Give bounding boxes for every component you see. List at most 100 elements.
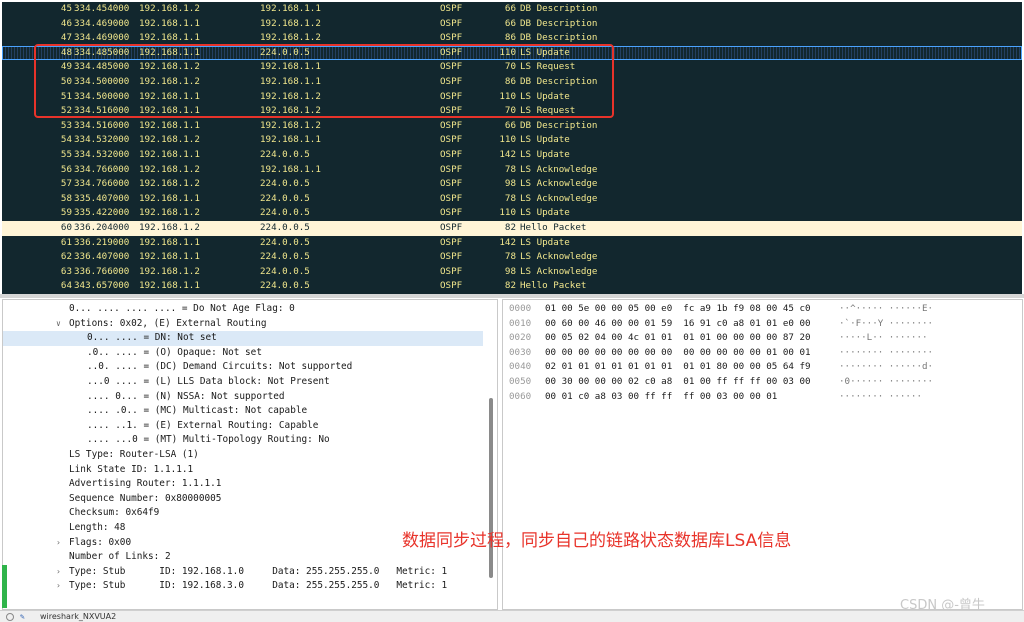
packet-time-cell: 336.204000 <box>74 222 130 233</box>
packet-row[interactable]: 60 336.204000 192.168.1.2 224.0.0.5 OSPF 82 He… <box>2 221 1022 236</box>
status-indicator-icon[interactable] <box>6 613 14 621</box>
packet-info-cell: Hello Packet <box>520 280 587 292</box>
pane-divider[interactable] <box>0 294 1024 298</box>
packet-list[interactable]: 45 334.454000 192.168.1.2 192.168.1.1 OSPF 66… <box>0 0 1024 294</box>
packet-info-cell: LS Acknowledge <box>520 192 598 204</box>
packet-bytes-pane[interactable]: 0000 01 00 5e 00 00 05 00 e0 fc a9 1b f9 … <box>502 299 1023 610</box>
detail-row[interactable]: Link State ID: 1.1.1.1 <box>3 463 483 478</box>
packet-time-cell: 343.657000 <box>74 280 130 292</box>
packet-details-pane[interactable]: 0... .... .... .... = Do Not Age Flag: 0… <box>2 299 498 610</box>
edit-icon[interactable]: ✎ <box>20 612 29 621</box>
packet-proto-cell: OSPF <box>440 61 463 73</box>
packet-row[interactable]: 54 334.532000 192.168.1.2 192.168.1.1 OSPF 11… <box>2 133 1022 148</box>
packet-info-cell: LS Request <box>520 61 576 73</box>
packet-src-cell: 192.168.1.2 <box>139 76 200 87</box>
detail-row[interactable]: ..0. .... = (DC) Demand Circuits: Not su… <box>3 360 483 375</box>
detail-row[interactable]: .... .0.. = (MC) Multicast: Not capable <box>3 404 483 419</box>
packet-time-cell: 335.422000 <box>74 207 130 219</box>
detail-row[interactable]: Sequence Number: 0x80000005 <box>3 492 483 507</box>
packet-time-cell: 334.485000 <box>74 61 130 73</box>
packet-row[interactable]: 59 335.422000 192.168.1.2 224.0.0.5 OSPF 110 L… <box>2 206 1022 221</box>
packet-dst-cell: 224.0.0.5 <box>260 222 310 233</box>
packet-row[interactable]: 57 334.766000 192.168.1.2 224.0.0.5 OSPF 98 LS… <box>2 177 1022 192</box>
packet-row[interactable]: 63 336.766000 192.168.1.2 224.0.0.5 OSPF 98 LS… <box>2 264 1022 280</box>
detail-row[interactable]: Advertising Router: 1.1.1.1 <box>3 477 483 492</box>
packet-time-cell: 334.532000 <box>74 149 130 160</box>
detail-row[interactable]: LS Type: Router-LSA (1) <box>3 448 483 463</box>
detail-row[interactable]: Number of Links: 2 <box>3 550 483 565</box>
packet-row[interactable]: 48 334.485000 192.168.1.1 224.0.0.5 OSPF 110 L… <box>2 45 1022 61</box>
packet-proto-cell: OSPF <box>440 105 463 117</box>
packet-row[interactable]: 49 334.485000 192.168.1.2 192.168.1.1 OSPF 70… <box>2 60 1022 75</box>
packet-row[interactable]: 46 334.469000 192.168.1.1 192.168.1.2 OSPF 66… <box>2 16 1022 32</box>
detail-row[interactable]: › Type: Stub ID: 192.168.3.0 Data: 255.25… <box>3 579 483 594</box>
detail-row[interactable]: .0.. .... = (O) Opaque: Not set <box>3 346 483 361</box>
packet-len-cell: 142 <box>499 236 516 248</box>
packet-len-cell: 66 <box>504 17 516 29</box>
packet-row[interactable]: 52 334.516000 192.168.1.1 192.168.1.2 OSPF 70… <box>2 104 1022 119</box>
packet-no-cell: 54 <box>60 134 72 146</box>
detail-text: .... ...0 = (MT) Multi-Topology Routing:… <box>87 434 330 446</box>
packet-src-cell: 192.168.1.2 <box>139 178 200 190</box>
packet-dst-cell: 192.168.1.2 <box>260 90 321 102</box>
packet-src-cell: 192.168.1.2 <box>139 222 200 233</box>
packet-info-cell: LS Acknowledge <box>520 265 598 277</box>
packet-info-cell: LS Update <box>520 46 570 58</box>
expand-icon[interactable]: › <box>56 579 66 594</box>
packet-no-cell: 55 <box>60 149 72 160</box>
detail-row[interactable]: ∨ Options: 0x02, (E) External Routing <box>3 317 483 332</box>
packet-no-cell: 58 <box>60 192 72 204</box>
packet-src-cell: 192.168.1.2 <box>139 265 200 277</box>
packet-time-cell: 334.516000 <box>74 105 130 117</box>
detail-row[interactable]: Checksum: 0x64f9 <box>3 506 483 521</box>
packet-dst-cell: 224.0.0.5 <box>260 251 310 263</box>
detail-row[interactable]: 0... .... .... .... = Do Not Age Flag: 0 <box>3 302 483 317</box>
packet-info-cell: LS Update <box>520 149 570 160</box>
packet-row[interactable]: 56 334.766000 192.168.1.2 192.168.1.1 OSPF 78… <box>2 162 1022 178</box>
expand-icon[interactable]: › <box>56 536 66 551</box>
bytes-offset: 0030 <box>509 346 532 358</box>
packet-row[interactable]: 47 334.469000 192.168.1.1 192.168.1.2 OSPF 86… <box>2 31 1022 46</box>
packet-row[interactable]: 62 336.407000 192.168.1.1 224.0.0.5 OSPF 78 LS… <box>2 250 1022 265</box>
detail-row[interactable]: 0... .... = DN: Not set <box>3 331 483 346</box>
expand-icon[interactable]: › <box>56 565 66 580</box>
packet-row[interactable]: 50 334.500000 192.168.1.2 192.168.1.1 OSPF 86… <box>2 75 1022 90</box>
packet-len-cell: 110 <box>499 134 516 146</box>
detail-row[interactable]: ...0 .... = (L) LLS Data block: Not Pres… <box>3 375 483 390</box>
packet-dst-cell: 224.0.0.5 <box>260 46 310 58</box>
bytes-hex: 00 60 00 46 00 00 01 59 16 91 c0 a8 01 0… <box>545 317 811 329</box>
packet-no-cell: 47 <box>60 32 72 44</box>
bytes-hex: 01 00 5e 00 00 05 00 e0 fc a9 1b f9 08 0… <box>545 303 811 314</box>
detail-row[interactable]: .... ..1. = (E) External Routing: Capabl… <box>3 419 483 434</box>
packet-row[interactable]: 53 334.516000 192.168.1.1 192.168.1.2 OSPF 66… <box>2 118 1022 134</box>
detail-row[interactable]: .... 0... = (N) NSSA: Not supported <box>3 390 483 405</box>
detail-text: Type: Stub ID: 192.168.3.0 Data: 255.255… <box>69 580 448 592</box>
collapse-icon[interactable]: ∨ <box>56 317 66 332</box>
packet-time-cell: 334.469000 <box>74 32 130 44</box>
packet-row[interactable]: 58 335.407000 192.168.1.1 224.0.0.5 OSPF 78 LS… <box>2 191 1022 207</box>
packet-proto-cell: OSPF <box>440 178 463 190</box>
packet-src-cell: 192.168.1.1 <box>139 105 200 117</box>
packet-row[interactable]: 64 343.657000 192.168.1.1 224.0.0.5 OSPF 82 He… <box>2 279 1022 294</box>
bytes-hex: 00 01 c0 a8 03 00 ff ff ff 00 03 00 00 0… <box>545 390 778 402</box>
packet-info-cell: Hello Packet <box>520 222 587 233</box>
packet-info-cell: LS Update <box>520 90 570 102</box>
packet-row[interactable]: 55 334.532000 192.168.1.1 224.0.0.5 OSPF 142 L… <box>2 148 1022 163</box>
detail-row[interactable]: › Type: Stub ID: 192.168.1.0 Data: 255.25… <box>3 565 483 580</box>
packet-row[interactable]: 45 334.454000 192.168.1.2 192.168.1.1 OSPF 66… <box>2 2 1022 17</box>
packet-time-cell: 336.219000 <box>74 236 130 248</box>
bytes-offset: 0010 <box>509 317 532 329</box>
packet-info-cell: DB Description <box>520 119 598 131</box>
packet-len-cell: 78 <box>504 251 516 263</box>
packet-src-cell: 192.168.1.1 <box>139 32 200 44</box>
packet-dst-cell: 192.168.1.2 <box>260 17 321 29</box>
details-scrollbar[interactable] <box>489 398 493 578</box>
packet-dst-cell: 224.0.0.5 <box>260 178 310 190</box>
packet-row[interactable]: 61 336.219000 192.168.1.1 224.0.0.5 OSPF 142 L… <box>2 235 1022 251</box>
packet-dst-cell: 224.0.0.5 <box>260 207 310 219</box>
detail-row[interactable]: .... ...0 = (MT) Multi-Topology Routing:… <box>3 433 483 448</box>
packet-row[interactable]: 51 334.500000 192.168.1.1 192.168.1.2 OSPF 11… <box>2 89 1022 105</box>
packet-src-cell: 192.168.1.2 <box>139 134 200 146</box>
packet-no-cell: 49 <box>60 61 72 73</box>
packet-proto-cell: OSPF <box>440 163 463 175</box>
